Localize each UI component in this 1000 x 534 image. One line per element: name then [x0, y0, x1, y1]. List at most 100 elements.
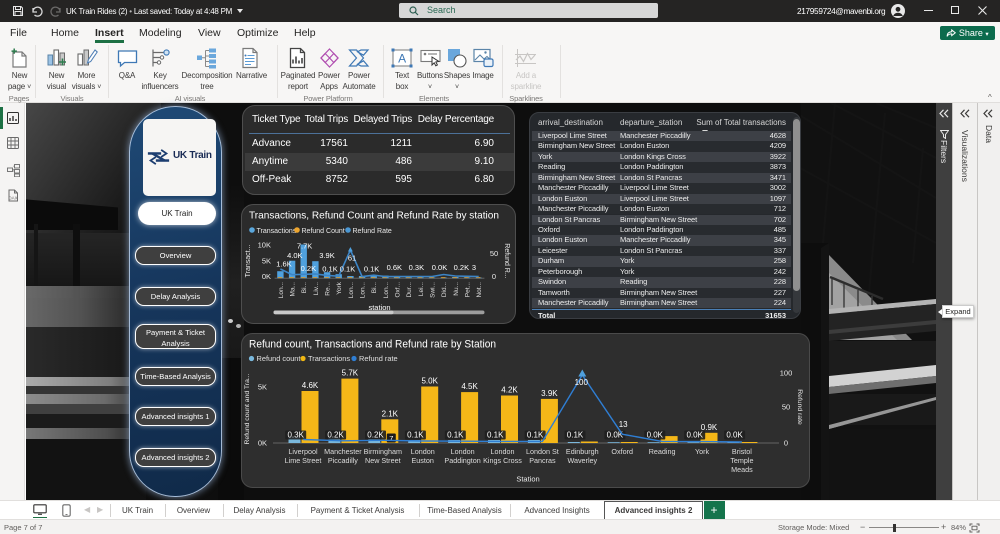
svg-text:Refund R...: Refund R...	[503, 243, 510, 278]
svg-text:5.7K: 5.7K	[342, 369, 359, 378]
svg-text:61: 61	[348, 254, 356, 263]
svg-text:0.0K: 0.0K	[647, 431, 664, 440]
svg-text:0.2K: 0.2K	[367, 431, 384, 440]
svg-text:Oxford: Oxford	[611, 447, 633, 456]
svg-text:Lon...: Lon...	[278, 282, 285, 298]
svg-text:London: London	[491, 447, 515, 456]
svg-text:Lei...: Lei...	[418, 282, 425, 296]
svg-text:Paddington: Paddington	[444, 456, 480, 465]
svg-text:New Street: New Street	[365, 456, 401, 465]
svg-text:5K: 5K	[262, 256, 271, 265]
svg-text:York: York	[695, 447, 710, 456]
svg-text:A: A	[398, 52, 406, 66]
svg-text:0.1K: 0.1K	[340, 264, 355, 273]
svg-text:0.0K: 0.0K	[686, 431, 703, 440]
svg-text:York: York	[336, 281, 343, 295]
svg-text:Liv...: Liv...	[313, 282, 320, 295]
svg-text:Bristol: Bristol	[732, 447, 752, 456]
svg-text:Reading: Reading	[649, 447, 676, 456]
svg-text:4.0K: 4.0K	[287, 251, 302, 260]
svg-text:Re...: Re...	[325, 282, 332, 296]
svg-text:Not...: Not...	[476, 282, 483, 298]
svg-text:0.1K: 0.1K	[364, 264, 379, 273]
svg-text:Birmingham: Birmingham	[364, 447, 402, 456]
svg-text:0: 0	[784, 438, 788, 447]
svg-text:Waverley: Waverley	[567, 456, 597, 465]
svg-text:7: 7	[389, 434, 393, 443]
svg-text:0K: 0K	[258, 438, 267, 447]
svg-text:Kings Cross: Kings Cross	[483, 456, 522, 465]
svg-text:Transactions: Transactions	[257, 228, 297, 235]
svg-text:Transact...: Transact...	[245, 245, 252, 278]
svg-text:Liverpool: Liverpool	[288, 447, 318, 456]
svg-text:7.7K: 7.7K	[297, 242, 312, 251]
svg-text:5K: 5K	[258, 382, 267, 391]
svg-text:0.9K: 0.9K	[701, 423, 718, 432]
svg-text:100: 100	[575, 378, 589, 387]
svg-text:4.2K: 4.2K	[501, 386, 518, 395]
svg-text:Station: Station	[516, 475, 539, 484]
svg-text:Dur...: Dur...	[406, 282, 413, 298]
svg-text:4.6K: 4.6K	[302, 381, 319, 390]
svg-text:0.2K: 0.2K	[327, 431, 344, 440]
svg-text:Transactions, Refund Count and: Transactions, Refund Count and Refund Ra…	[249, 210, 499, 222]
svg-text:Bi...: Bi...	[301, 282, 308, 293]
svg-text:2.1K: 2.1K	[382, 409, 399, 418]
svg-text:Pet...: Pet...	[465, 282, 472, 297]
svg-text:Refund count, Transactions and: Refund count, Transactions and Refund ra…	[249, 339, 496, 351]
svg-text:Refund count: Refund count	[257, 354, 301, 363]
svg-text:Refund rate: Refund rate	[359, 354, 398, 363]
svg-text:Refund Rate: Refund Rate	[353, 228, 392, 235]
svg-text:0.1K: 0.1K	[487, 431, 504, 440]
svg-text:Did...: Did...	[441, 282, 448, 297]
svg-text:4.5K: 4.5K	[461, 382, 478, 391]
svg-text:Refund count and Tra...: Refund count and Tra...	[244, 373, 251, 444]
svg-text:3: 3	[472, 263, 476, 272]
svg-text:Lon...: Lon...	[360, 282, 367, 298]
svg-text:10K: 10K	[258, 241, 271, 250]
svg-text:Oxf...: Oxf...	[395, 282, 402, 298]
svg-text:0.0K: 0.0K	[726, 431, 743, 440]
svg-text:Ma...: Ma...	[290, 282, 297, 297]
svg-text:Euston: Euston	[412, 456, 434, 465]
svg-text:3.9K: 3.9K	[541, 389, 558, 398]
svg-text:100: 100	[780, 368, 793, 377]
svg-text:0.2K: 0.2K	[301, 264, 316, 273]
svg-text:Transactions: Transactions	[308, 354, 350, 363]
svg-text:13: 13	[619, 420, 628, 429]
svg-text:Manchester: Manchester	[324, 447, 362, 456]
svg-text:London: London	[411, 447, 435, 456]
svg-text:Bi...: Bi...	[371, 282, 378, 293]
svg-text:0.1K: 0.1K	[407, 431, 424, 440]
svg-text:0.1K: 0.1K	[527, 431, 544, 440]
svg-text:5.0K: 5.0K	[421, 377, 438, 386]
svg-text:0.1K: 0.1K	[322, 264, 337, 273]
svg-text:0K: 0K	[262, 272, 271, 281]
svg-text:Refund Count: Refund Count	[302, 228, 345, 235]
svg-text:3.9K: 3.9K	[319, 251, 334, 260]
svg-text:Meads: Meads	[731, 465, 753, 474]
svg-text:Nu...: Nu...	[453, 282, 460, 296]
svg-text:London: London	[451, 447, 475, 456]
svg-text:1.6K: 1.6K	[276, 260, 291, 269]
svg-text:Lon...: Lon...	[348, 282, 355, 298]
svg-text:Edinburgh: Edinburgh	[566, 447, 599, 456]
svg-text:Piccadilly: Piccadilly	[328, 456, 358, 465]
svg-text:0.3K: 0.3K	[287, 431, 304, 440]
svg-text:DAX: DAX	[8, 196, 17, 201]
svg-text:Swi...: Swi...	[430, 282, 437, 298]
svg-text:Pancras: Pancras	[529, 456, 556, 465]
svg-text:0.1K: 0.1K	[447, 431, 464, 440]
svg-text:0.2K: 0.2K	[454, 263, 469, 272]
svg-text:Refund rate: Refund rate	[796, 389, 803, 425]
svg-text:50: 50	[782, 402, 790, 411]
svg-text:Lime Street: Lime Street	[285, 456, 322, 465]
svg-text:0.0K: 0.0K	[432, 263, 447, 272]
svg-text:London St: London St	[526, 447, 559, 456]
svg-text:Lon...: Lon...	[383, 282, 390, 298]
svg-text:50: 50	[490, 249, 498, 258]
svg-text:0.3K: 0.3K	[409, 263, 424, 272]
svg-text:0: 0	[492, 272, 496, 281]
svg-text:0.1K: 0.1K	[567, 431, 584, 440]
svg-text:0.6K: 0.6K	[387, 263, 402, 272]
